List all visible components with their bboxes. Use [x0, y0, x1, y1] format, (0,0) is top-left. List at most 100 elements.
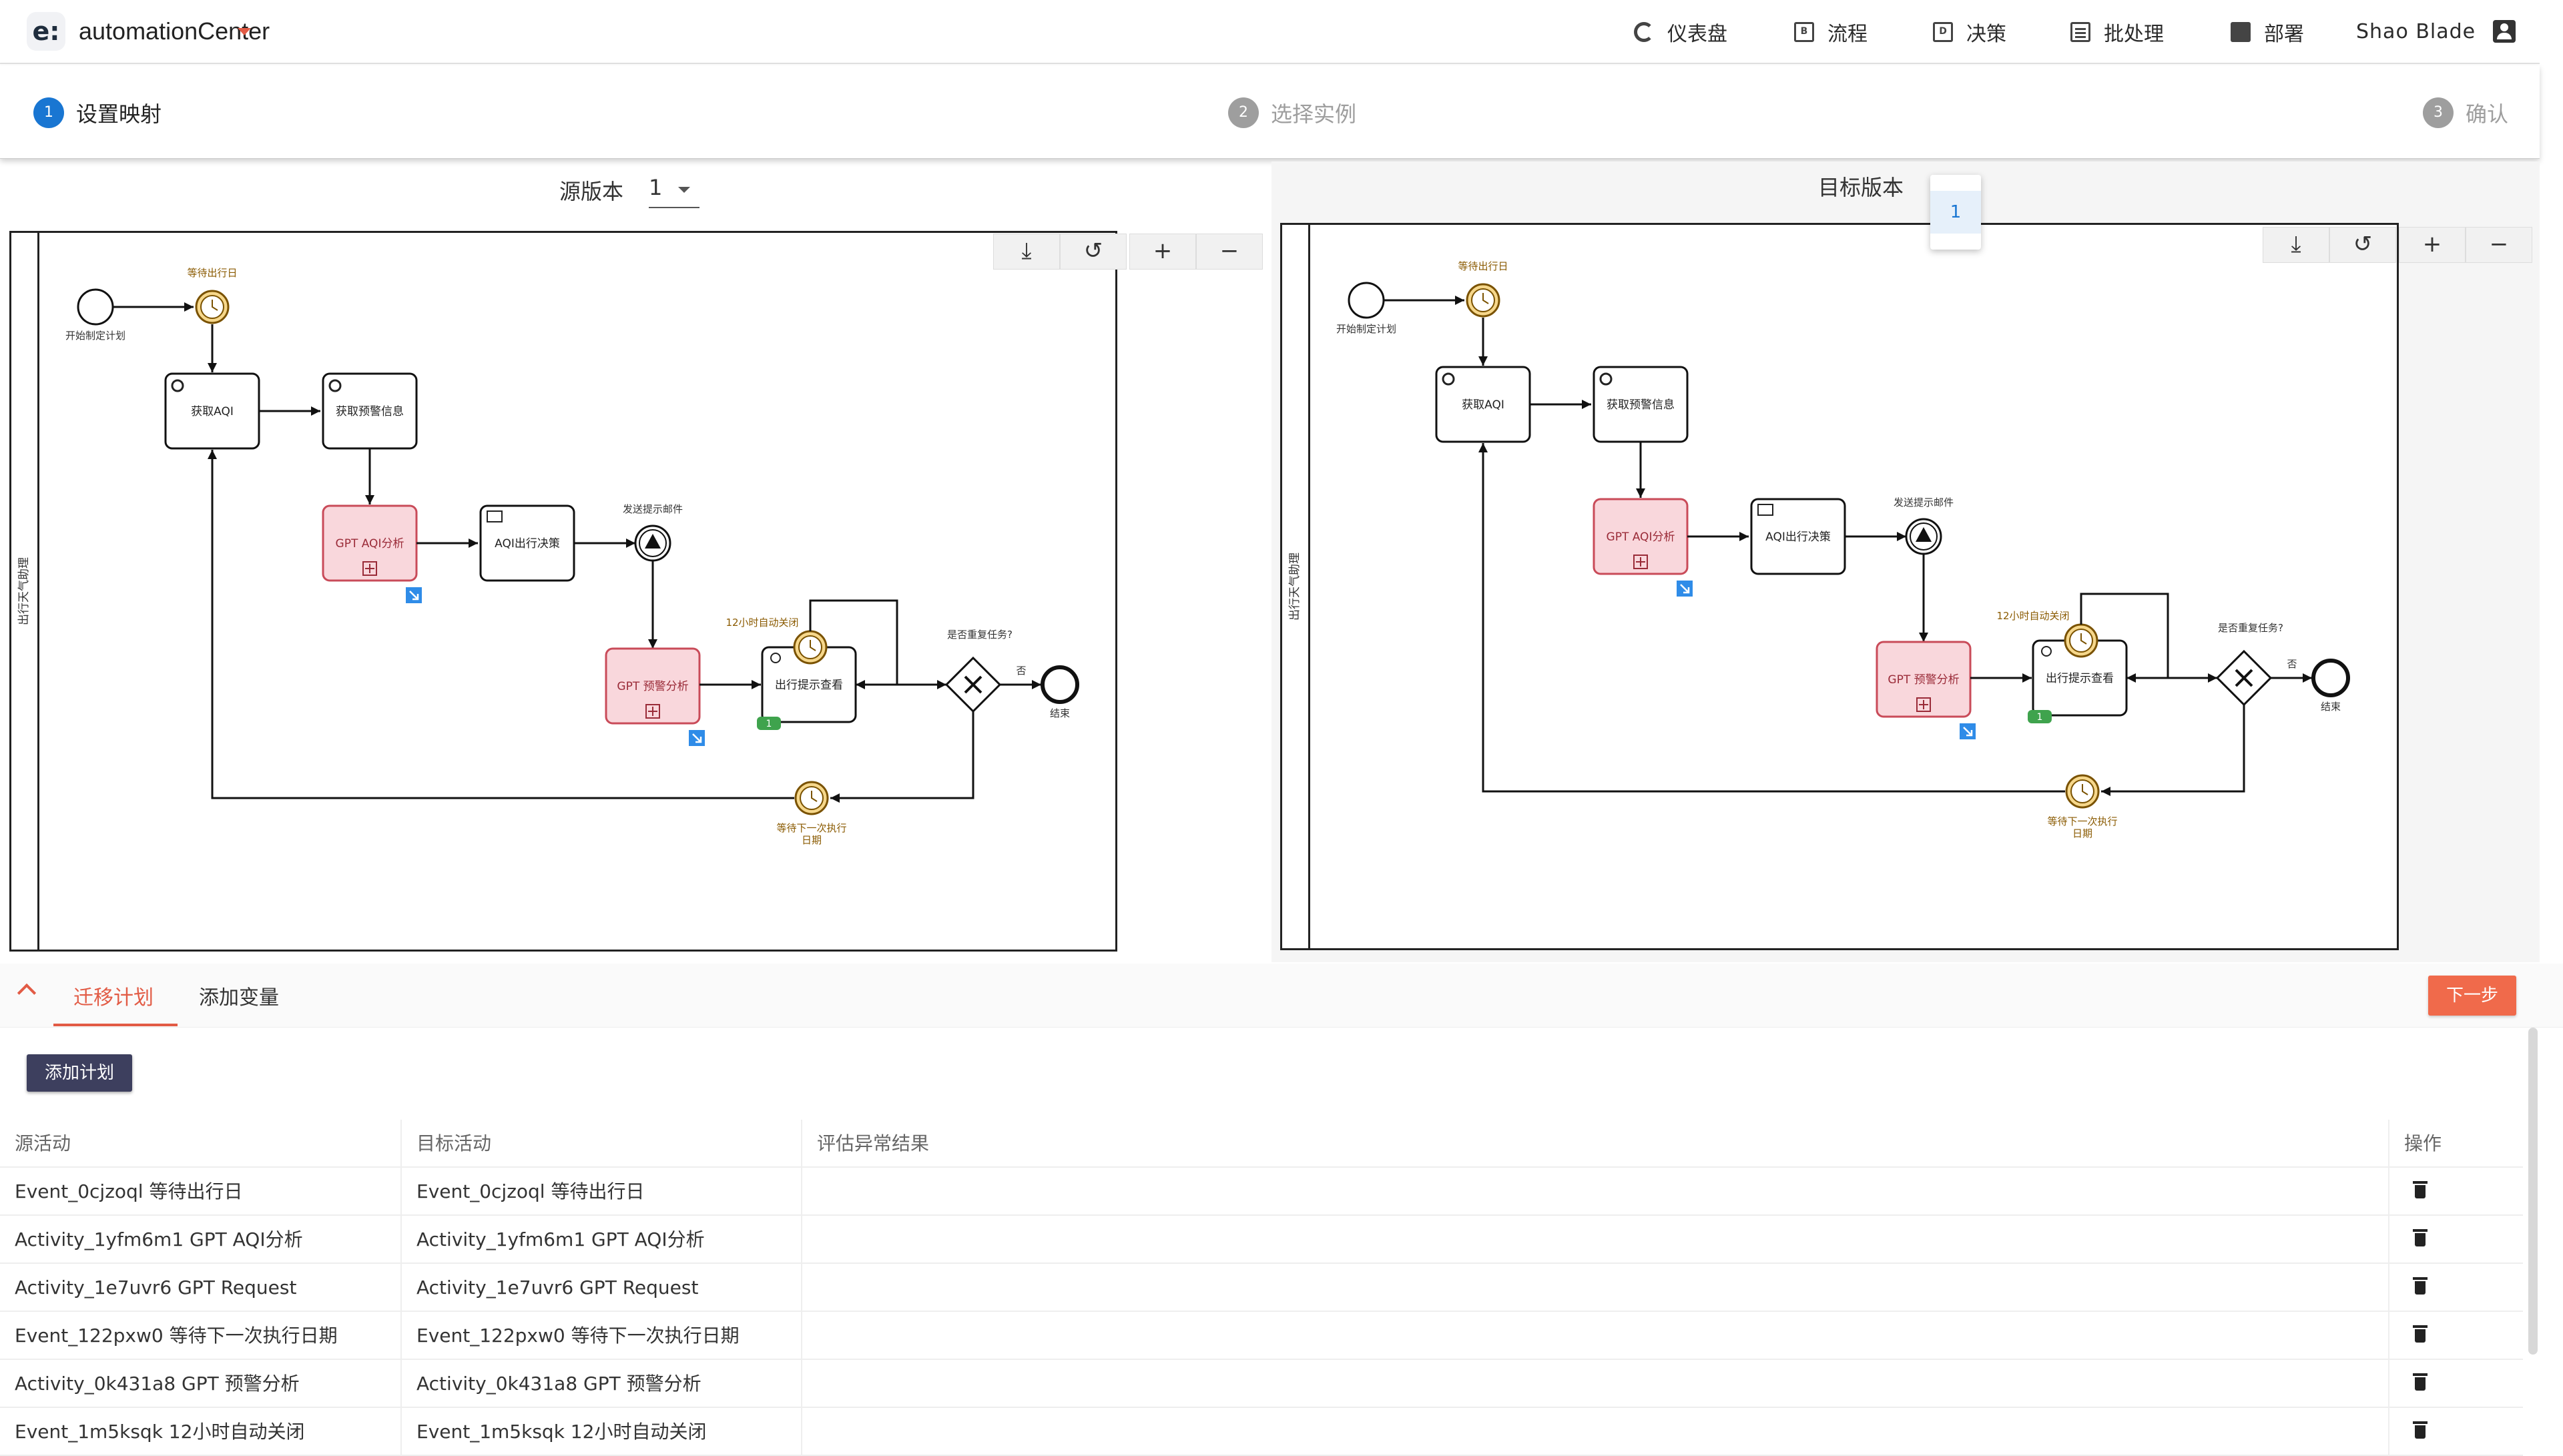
arrowhead — [1636, 488, 1645, 498]
active-tab-indicator — [53, 1024, 178, 1026]
cell-source-activity: Event_1m5ksqk 12小时自动关闭 — [15, 1421, 305, 1443]
add-plan-button[interactable]: 添加计划 — [27, 1054, 132, 1092]
arrowhead — [365, 495, 374, 504]
task-get-aqi-label: 获取AQI — [191, 405, 234, 418]
timer-boundary-12h-label: 12小时自动关闭 — [1996, 610, 2069, 622]
table-row: Activity_0k431a8 GPT 预警分析 Activity_0k431… — [0, 1360, 2523, 1408]
arrowhead — [2022, 673, 2032, 683]
sequence-flow — [830, 711, 974, 799]
bottom-tab-bar — [0, 964, 2563, 1028]
target-version-option[interactable]: 1 — [1930, 191, 1981, 234]
arrowhead — [752, 680, 761, 689]
tab-add-variable[interactable]: 添加变量 — [199, 981, 279, 1010]
arrowhead — [1582, 400, 1591, 409]
start-event — [1348, 282, 1385, 319]
cell-target-activity: Activity_0k431a8 GPT 预警分析 — [400, 1360, 801, 1408]
arrowhead — [1739, 532, 1749, 541]
header-evaluation-result: 评估异常结果 — [801, 1120, 2388, 1168]
timer-event-wait-day-label: 等待出行日 — [1458, 260, 1508, 272]
start-event-label: 开始制定计划 — [1336, 323, 1396, 335]
cell-evaluation — [801, 1312, 2388, 1360]
delete-row-icon[interactable] — [2413, 1421, 2428, 1439]
end-event-label: 结束 — [2321, 701, 2341, 713]
table-scrollbar[interactable] — [2528, 1028, 2538, 1355]
cell-actions — [2388, 1360, 2523, 1408]
cell-source-activity: Event_122pxw0 等待下一次执行日期 — [15, 1325, 338, 1347]
exclusive-gateway-label: 是否重复任务? — [2218, 622, 2283, 634]
arrowhead — [2101, 787, 2110, 796]
table-row: Event_0cjzoql 等待出行日 Event_0cjzoql 等待出行日 — [0, 1168, 2523, 1216]
header-actions: 操作 — [2388, 1120, 2523, 1168]
cell-actions — [2388, 1168, 2523, 1216]
end-event-label: 结束 — [1050, 707, 1070, 719]
intermediate-event-mail-label: 发送提示邮件 — [623, 503, 683, 515]
cell-evaluation — [801, 1168, 2388, 1216]
delete-row-icon[interactable] — [2413, 1229, 2428, 1246]
arrowhead — [1478, 356, 1488, 366]
task-gpt-warning-analysis-label: GPT 预警分析 — [617, 680, 688, 693]
timer-event-next-run-label: 等待下一次执行 — [776, 822, 846, 834]
arrowhead — [208, 363, 217, 372]
cell-target-activity: Activity_1e7uvr6 GPT Request — [400, 1264, 801, 1312]
task-travel-tip-view-label: 出行提示查看 — [775, 679, 843, 692]
arrowhead — [648, 639, 657, 649]
tab-migration-plan[interactable]: 迁移计划 — [73, 981, 154, 1010]
task-gpt-warning-analysis-label: GPT 预警分析 — [1888, 673, 1959, 687]
cell-actions — [2388, 1264, 2523, 1312]
arrowhead — [311, 406, 320, 416]
timer-event-wait-day-label: 等待出行日 — [187, 267, 237, 279]
cell-target-activity: Activity_1yfm6m1 GPT AQI分析 — [400, 1216, 801, 1264]
cell-evaluation — [801, 1360, 2388, 1408]
next-step-button[interactable]: 下一步 — [2428, 976, 2516, 1016]
timer-boundary-12h-label: 12小时自动关闭 — [726, 617, 798, 629]
cell-evaluation — [801, 1408, 2388, 1456]
cell-source-activity: Activity_1e7uvr6 GPT Request — [15, 1277, 297, 1299]
table-row: Event_122pxw0 等待下一次执行日期 Event_122pxw0 等待… — [0, 1312, 2523, 1360]
target-version-dropdown[interactable]: 1 — [1930, 175, 1981, 250]
exclusive-gateway-label: 是否重复任务? — [947, 629, 1013, 641]
arrowhead — [2303, 673, 2312, 683]
sequence-flow — [1482, 443, 2065, 793]
task-get-aqi-label: 获取AQI — [1462, 398, 1504, 412]
arrowhead — [1897, 532, 1906, 541]
table-row: Event_1m5ksqk 12小时自动关闭 Event_1m5ksqk 12小… — [0, 1408, 2523, 1456]
arrowhead — [1919, 633, 1928, 642]
cell-evaluation — [801, 1264, 2388, 1312]
table-row: Activity_1yfm6m1 GPT AQI分析 Activity_1yfm… — [0, 1216, 2523, 1264]
sequence-flow — [211, 450, 794, 799]
task-gpt-aqi-analysis-label: GPT AQI分析 — [336, 537, 404, 551]
arrowhead — [830, 793, 840, 803]
task-get-warning-label: 获取预警信息 — [1607, 398, 1675, 412]
cell-actions — [2388, 1216, 2523, 1264]
arrowhead — [208, 450, 217, 459]
task-aqi-decision-label: AQI出行决策 — [495, 537, 560, 551]
delete-row-icon[interactable] — [2413, 1373, 2428, 1391]
delete-row-icon[interactable] — [2413, 1181, 2428, 1198]
header-source-activity: 源活动 — [15, 1132, 71, 1154]
gateway-no-label: 否 — [2287, 658, 2297, 670]
timer-event-next-run-label-2: 日期 — [2072, 827, 2092, 839]
header-target-activity: 目标活动 — [400, 1120, 801, 1168]
end-event — [2311, 659, 2350, 697]
cell-evaluation — [801, 1216, 2388, 1264]
count-badge-label: 1 — [766, 719, 772, 729]
task-aqi-decision-label: AQI出行决策 — [1765, 530, 1831, 544]
cell-actions — [2388, 1312, 2523, 1360]
start-event — [77, 288, 114, 326]
count-badge-label: 1 — [2037, 712, 2043, 723]
cell-source-activity: Activity_0k431a8 GPT 预警分析 — [15, 1373, 300, 1395]
cell-actions — [2388, 1408, 2523, 1456]
task-get-warning-label: 获取预警信息 — [336, 405, 404, 418]
delete-row-icon[interactable] — [2413, 1277, 2428, 1295]
task-travel-tip-view-label: 出行提示查看 — [2046, 672, 2114, 685]
cell-target-activity: Event_122pxw0 等待下一次执行日期 — [400, 1312, 801, 1360]
start-event-label: 开始制定计划 — [65, 330, 125, 342]
bpmn-diagram-layer: 开始制定计划 等待出行日获取AQI 获取预警信息 GPT AQI分析 AQI出行决策 发送… — [65, 260, 2350, 846]
cell-target-activity: Event_1m5ksqk 12小时自动关闭 — [400, 1408, 801, 1456]
delete-row-icon[interactable] — [2413, 1325, 2428, 1343]
sequence-flow — [2101, 705, 2245, 793]
gateway-no-label: 否 — [1016, 665, 1026, 677]
timer-event-next-run-label-2: 日期 — [802, 834, 822, 846]
end-event — [1041, 665, 1079, 704]
arrowhead — [184, 302, 194, 312]
